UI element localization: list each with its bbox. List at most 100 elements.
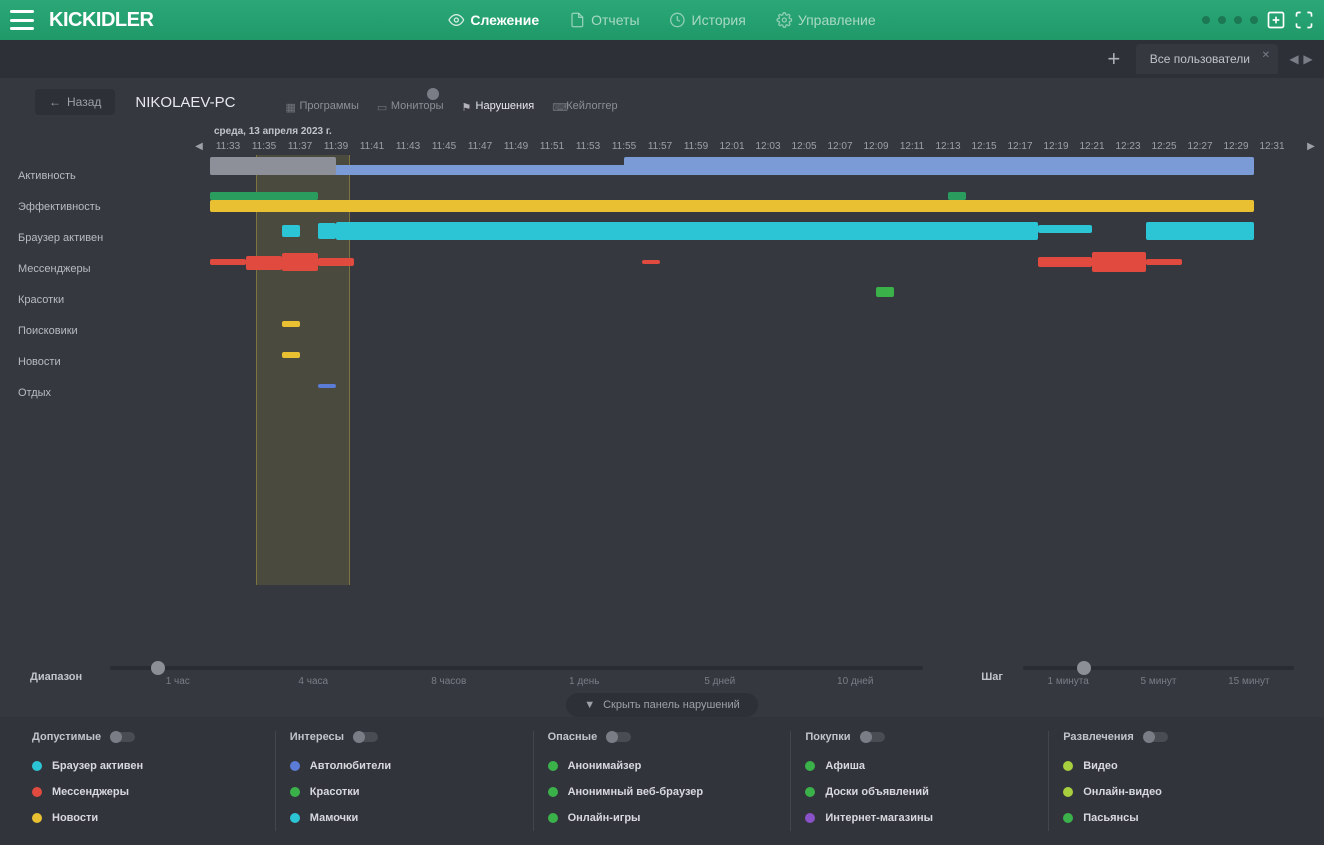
timeline-next-icon[interactable]: ▶: [1304, 137, 1318, 155]
legend-toggle[interactable]: [861, 732, 885, 742]
track-area[interactable]: [210, 155, 1324, 585]
time-tick: 12:05: [786, 141, 822, 155]
category-row[interactable]: Отдых: [0, 378, 210, 409]
arrow-right-icon[interactable]: ▶: [1302, 49, 1314, 69]
timeline-bar[interactable]: [210, 200, 1254, 212]
nav-reports[interactable]: Отчеты: [569, 12, 639, 28]
timeline-bar[interactable]: [1092, 252, 1146, 272]
legend-item[interactable]: Афиша: [805, 753, 1034, 779]
nav-history[interactable]: История: [670, 12, 746, 28]
nav-management-label: Управление: [798, 12, 876, 28]
timeline-bar[interactable]: [336, 222, 1038, 240]
legend-item[interactable]: Анонимный веб-браузер: [548, 779, 777, 805]
timeline-bar[interactable]: [282, 321, 300, 327]
time-tick: 12:29: [1218, 141, 1254, 155]
legend-dot-icon: [805, 813, 815, 823]
user-tab[interactable]: Все пользователи ✕: [1136, 44, 1278, 74]
nav-management[interactable]: Управление: [776, 12, 876, 28]
subtab-keylogger[interactable]: ⌨Кейлоггер: [552, 100, 617, 112]
timeline-bar[interactable]: [1146, 222, 1254, 240]
legend-item[interactable]: Интернет-магазины: [805, 805, 1034, 831]
timeline-bar[interactable]: [1038, 225, 1092, 233]
category-row[interactable]: Браузер активен: [0, 223, 210, 254]
timeline-bar[interactable]: [876, 287, 894, 297]
legend-item[interactable]: Анонимайзер: [548, 753, 777, 779]
timeline-track[interactable]: [210, 186, 1324, 217]
legend-title: Опасные: [548, 731, 777, 743]
add-tab-icon[interactable]: +: [1102, 47, 1126, 71]
timeline-bar[interactable]: [246, 256, 282, 270]
legend-item[interactable]: Видео: [1063, 753, 1292, 779]
timeline-bar[interactable]: [1146, 259, 1182, 265]
timeline-track[interactable]: [210, 372, 1324, 403]
legend-item[interactable]: Автолюбители: [290, 753, 519, 779]
subtab-programs[interactable]: ▦Программы: [285, 100, 358, 112]
timeline-prev-icon[interactable]: ◀: [192, 137, 206, 155]
timeline-bar[interactable]: [210, 259, 246, 265]
timeline-track[interactable]: [210, 279, 1324, 310]
timeline-track[interactable]: [210, 341, 1324, 372]
timeline-bar[interactable]: [318, 384, 336, 388]
timeline-track[interactable]: [210, 310, 1324, 341]
legend-dot-icon: [1063, 787, 1073, 797]
timeline-track[interactable]: [210, 217, 1324, 248]
legend-column: ПокупкиАфишаДоски объявленийИнтернет-маг…: [791, 731, 1049, 831]
time-tick: 11:33: [210, 141, 246, 155]
legend-toggle[interactable]: [354, 732, 378, 742]
category-row[interactable]: Новости: [0, 347, 210, 378]
subtab-monitors[interactable]: ▭Мониторы: [377, 100, 444, 112]
legend-item[interactable]: Доски объявлений: [805, 779, 1034, 805]
legend-item[interactable]: Красотки: [290, 779, 519, 805]
legend-toggle[interactable]: [111, 732, 135, 742]
flag-icon: ⚑: [462, 101, 472, 111]
timeline-track[interactable]: [210, 248, 1324, 279]
range-tick: 4 часа: [246, 676, 382, 687]
time-tick: 12:13: [930, 141, 966, 155]
step-slider[interactable]: [1023, 666, 1294, 670]
legend-item[interactable]: Новости: [32, 805, 261, 831]
legend-item[interactable]: Браузер активен: [32, 753, 261, 779]
timeline-bar[interactable]: [642, 260, 660, 264]
timeline-bar[interactable]: [282, 225, 300, 237]
category-row[interactable]: Мессенджеры: [0, 254, 210, 285]
close-icon[interactable]: ✕: [1262, 50, 1270, 61]
legend-item[interactable]: Онлайн-игры: [548, 805, 777, 831]
timeline-bar[interactable]: [282, 352, 300, 358]
timeline-bar[interactable]: [210, 157, 336, 175]
back-button[interactable]: ← Назад: [35, 89, 115, 115]
legend-dot-icon: [32, 813, 42, 823]
legend-item[interactable]: Мамочки: [290, 805, 519, 831]
subtab-violations[interactable]: ⚑Нарушения: [462, 100, 535, 112]
timeline-bar[interactable]: [318, 258, 354, 266]
category-row[interactable]: Эффективность: [0, 192, 210, 223]
legend-toggle[interactable]: [607, 732, 631, 742]
menu-icon[interactable]: [10, 10, 34, 30]
timeline-bar[interactable]: [624, 157, 1254, 175]
add-window-icon[interactable]: [1266, 10, 1286, 30]
legend-item[interactable]: Мессенджеры: [32, 779, 261, 805]
category-row[interactable]: Поисковики: [0, 316, 210, 347]
timeline-bar[interactable]: [1038, 257, 1092, 267]
time-tick: 12:07: [822, 141, 858, 155]
category-row[interactable]: Активность: [0, 161, 210, 192]
document-icon: [569, 12, 585, 28]
arrow-left-icon[interactable]: ◀: [1288, 49, 1300, 69]
legend-toggle[interactable]: [1144, 732, 1168, 742]
category-row[interactable]: Красотки: [0, 285, 210, 316]
legend-item[interactable]: Пасьянсы: [1063, 805, 1292, 831]
range-slider[interactable]: [110, 666, 923, 670]
timeline-bar[interactable]: [210, 192, 318, 200]
timeline-track[interactable]: [210, 155, 1324, 186]
fullscreen-icon[interactable]: [1294, 10, 1314, 30]
timeline-bar[interactable]: [282, 253, 318, 271]
pc-name: NIKOLAEV-PC: [135, 94, 235, 111]
chevron-down-icon: ▼: [584, 699, 595, 711]
status-dot: [1250, 16, 1258, 24]
timeline-bar[interactable]: [948, 192, 966, 200]
timeline-bar[interactable]: [318, 223, 336, 239]
nav-tracking[interactable]: Слежение: [448, 12, 539, 28]
time-tick: 11:35: [246, 141, 282, 155]
hide-panel-label: Скрыть панель нарушений: [603, 699, 740, 711]
legend-item[interactable]: Онлайн-видео: [1063, 779, 1292, 805]
hide-panel-button[interactable]: ▼ Скрыть панель нарушений: [566, 693, 758, 717]
